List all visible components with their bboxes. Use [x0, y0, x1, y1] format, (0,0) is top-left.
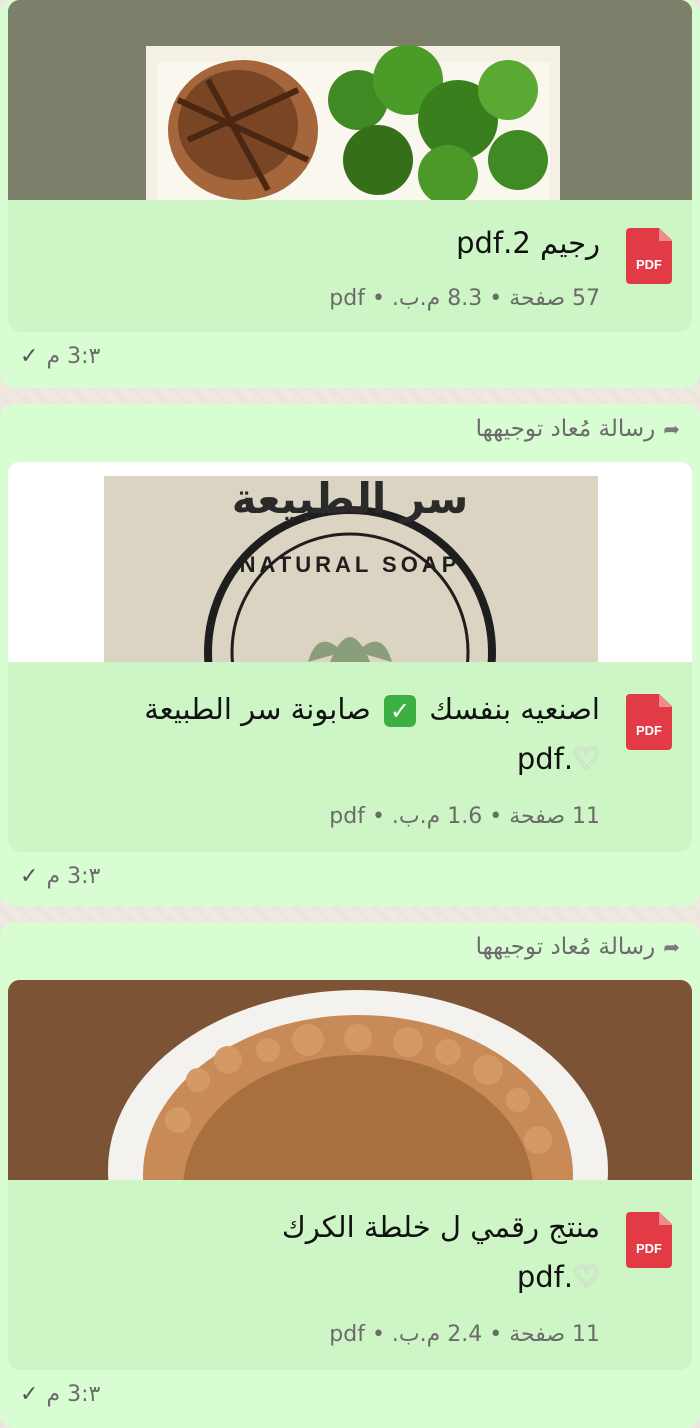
filename-extension: .pdf: [516, 742, 574, 776]
filename-text: صابونة سر الطبيعة: [144, 692, 371, 726]
document-filename: منتج رقمي ل خلطة الكرك ♡.pdf: [40, 1202, 600, 1303]
sent-check-icon: ✓: [20, 1382, 39, 1407]
sent-check-icon: ✓: [20, 864, 39, 889]
message-time: ٣:3 م: [46, 344, 101, 369]
document-meta: 57 صفحة • 8.3 م.ب. • pdf: [329, 286, 600, 311]
document-filename: اصنعيه بنفسك ✓ صابونة سر الطبيعة ♡.pdf: [10, 684, 600, 785]
document-thumbnail[interactable]: [8, 980, 692, 1180]
message-bubble[interactable]: ➦ رسالة مُعاد توجيهها PDF منتج رقمي ل خل…: [0, 922, 700, 1428]
white-heart-emoji-icon: ♡: [573, 742, 600, 777]
message-time: ٣:3 م: [46, 864, 101, 889]
document-thumbnail[interactable]: [8, 0, 692, 200]
document-card[interactable]: PDF رجيم 2.pdf 57 صفحة • 8.3 م.ب. • pdf: [8, 0, 692, 332]
thumbnail-ring-text: NATURAL SOAP: [239, 552, 461, 577]
check-mark-emoji-icon: ✓: [384, 695, 417, 727]
message-bubble[interactable]: PDF رجيم 2.pdf 57 صفحة • 8.3 م.ب. • pdf …: [0, 0, 700, 388]
message-time: ٣:3 م: [46, 1382, 101, 1407]
filename-text: اصنعيه بنفسك: [429, 692, 600, 726]
forward-icon: ➦: [663, 935, 680, 959]
forwarded-text: رسالة مُعاد توجيهها: [475, 416, 656, 442]
message-status: ٣:3 م ✓: [20, 344, 100, 369]
document-thumbnail[interactable]: سر الطبيعة NATURAL SOAP: [8, 462, 692, 662]
forwarded-text: رسالة مُعاد توجيهها: [475, 934, 656, 960]
document-meta: 11 صفحة • 1.6 م.ب. • pdf: [329, 804, 600, 829]
pdf-icon: PDF: [626, 694, 672, 750]
message-status: ٣:3 م ✓: [20, 864, 100, 889]
document-card[interactable]: PDF منتج رقمي ل خلطة الكرك ♡.pdf 11 صفحة…: [8, 980, 692, 1370]
message-status: ٣:3 م ✓: [20, 1382, 100, 1407]
thumbnail-title: سر الطبيعة: [231, 474, 469, 523]
pdf-icon: PDF: [626, 228, 672, 284]
white-heart-emoji-icon: ♡: [573, 1260, 600, 1295]
pdf-icon: PDF: [626, 1212, 672, 1268]
document-filename: رجيم 2.pdf: [456, 226, 600, 260]
document-card[interactable]: سر الطبيعة NATURAL SOAP PDF اصنعيه بنفسك…: [8, 462, 692, 852]
thumbnail-image: [8, 980, 692, 1180]
thumbnail-image: [8, 0, 692, 200]
forwarded-label: ➦ رسالة مُعاد توجيهها: [476, 934, 680, 960]
document-meta: 11 صفحة • 2.4 م.ب. • pdf: [329, 1322, 600, 1347]
sent-check-icon: ✓: [20, 344, 39, 369]
filename-extension: .pdf: [516, 1260, 574, 1294]
message-bubble[interactable]: ➦ رسالة مُعاد توجيهها سر الطبيعة NATURAL…: [0, 404, 700, 906]
filename-text: منتج رقمي ل خلطة الكرك: [281, 1210, 600, 1244]
forwarded-label: ➦ رسالة مُعاد توجيهها: [476, 416, 680, 442]
forward-icon: ➦: [663, 417, 680, 441]
